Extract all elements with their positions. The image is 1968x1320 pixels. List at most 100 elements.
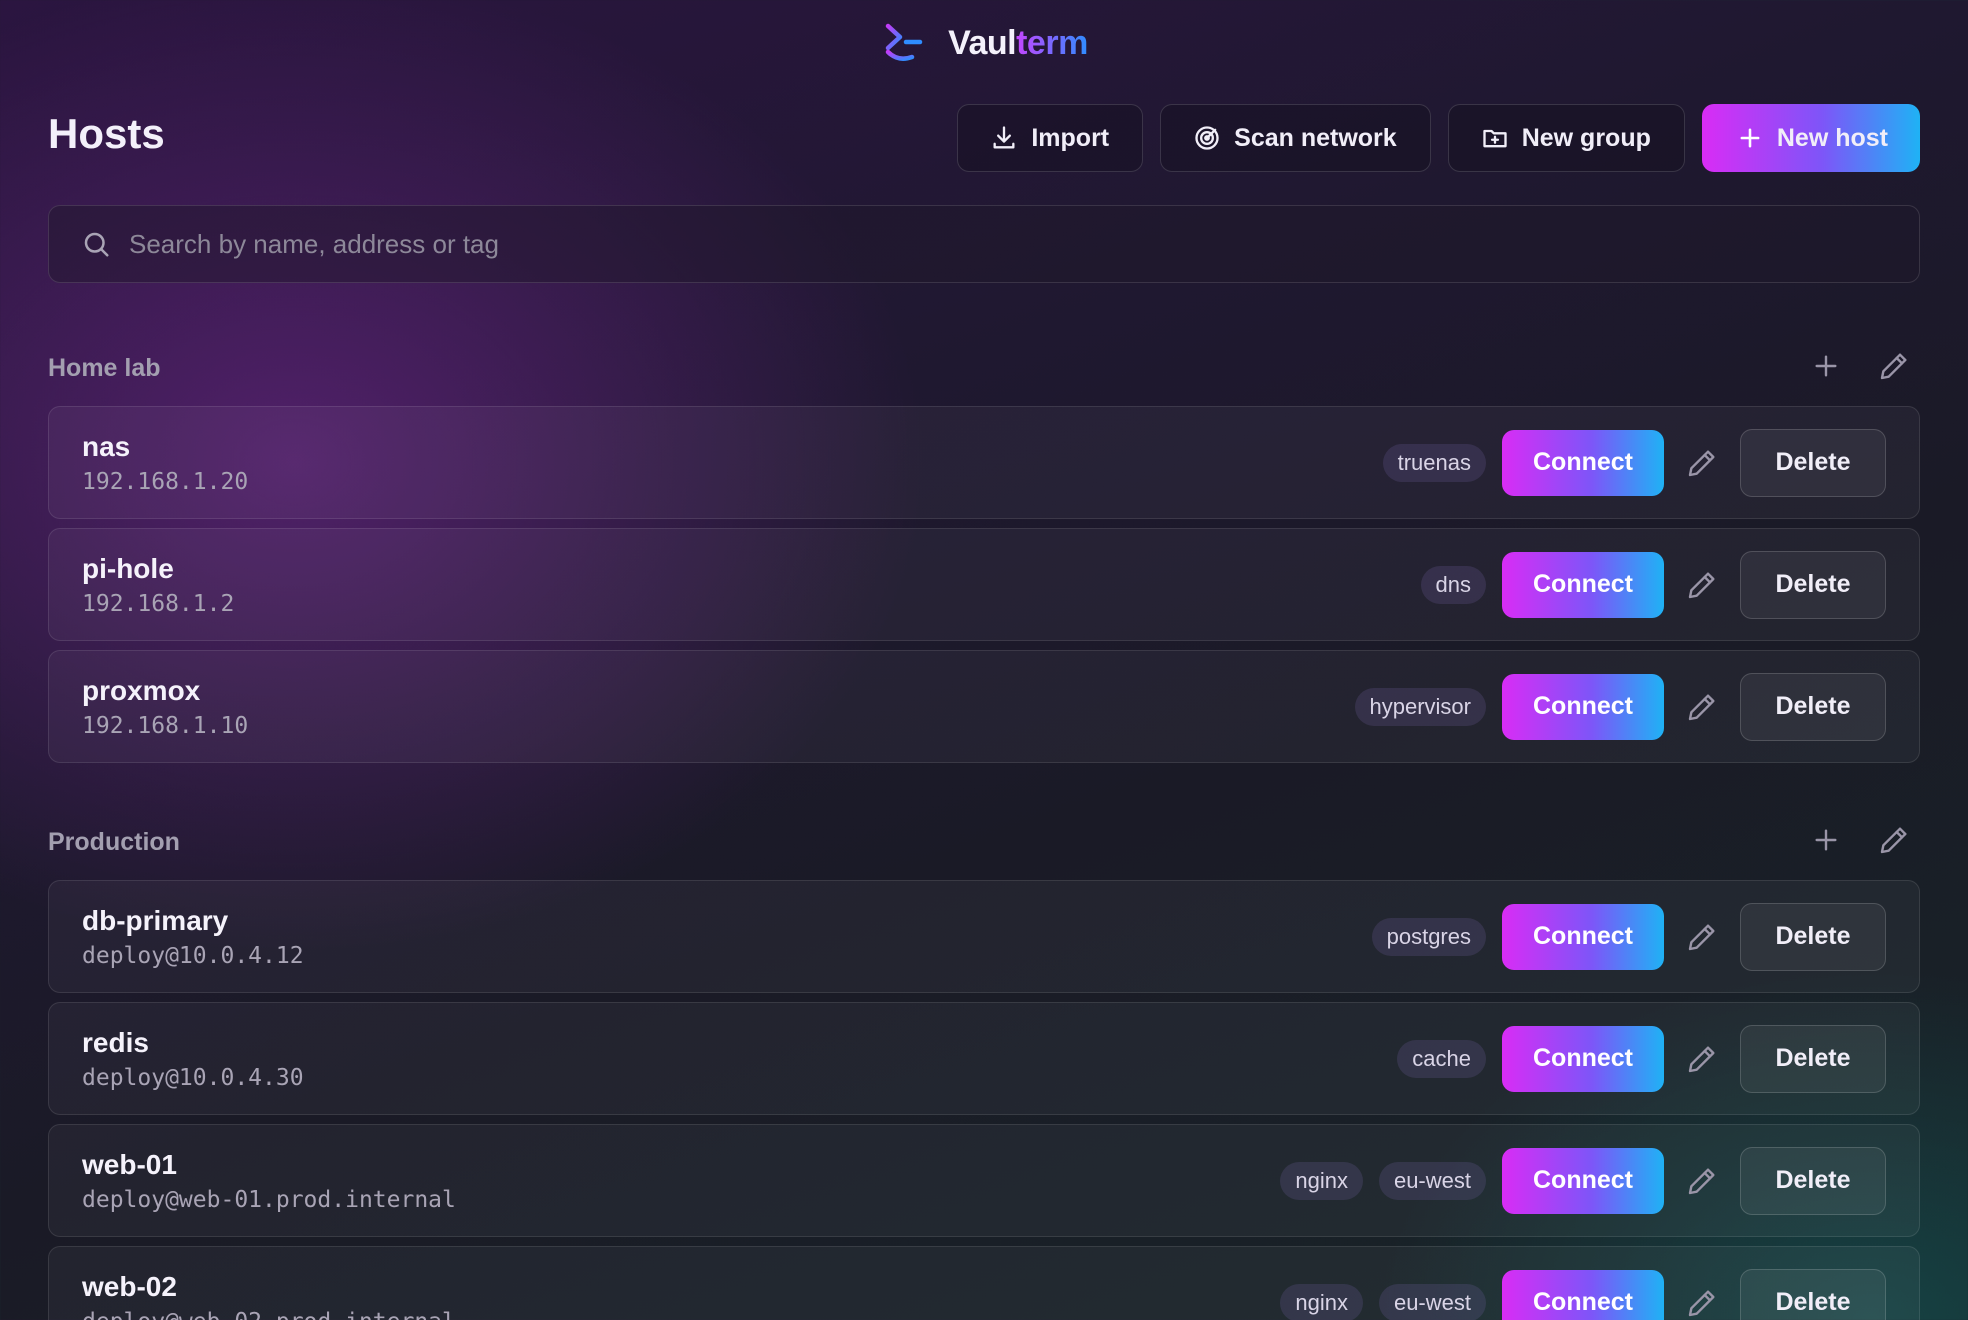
host-name: db-primary — [82, 904, 229, 936]
host-tag: eu-west — [1378, 1161, 1486, 1200]
plus-icon — [1815, 828, 1837, 851]
pencil-icon — [1688, 1167, 1715, 1194]
connect-button[interactable]: Connect — [1502, 1269, 1664, 1320]
host-info: proxmox 192.168.1.10 — [82, 675, 248, 739]
import-label: Import — [1031, 123, 1110, 152]
host-row[interactable]: redis deploy@10.0.4.30 cache Connect Delete — [48, 1002, 1920, 1115]
host-name: web-01 — [82, 1148, 177, 1180]
host-tag: nginx — [1280, 1161, 1363, 1200]
tag-list: nginx eu-west — [1280, 1283, 1486, 1320]
host-group: Production db-primary deploy@10.0.4.12 post… — [48, 820, 1920, 1320]
connect-button[interactable]: Connect — [1502, 551, 1664, 618]
host-row[interactable]: db-primary deploy@10.0.4.12 postgres Connec… — [48, 880, 1920, 993]
delete-button[interactable]: Delete — [1740, 550, 1886, 619]
host-tag: eu-west — [1378, 1283, 1486, 1320]
host-info: nas 192.168.1.20 — [82, 431, 248, 495]
page-title: Hosts — [48, 110, 165, 157]
host-name: web-02 — [82, 1270, 177, 1302]
host-actions: cache Connect Delete — [1397, 1024, 1886, 1093]
toolbar: Import Scan network New group New host — [957, 104, 1920, 172]
host-address: deploy@10.0.4.12 — [82, 942, 304, 969]
host-tag: nginx — [1280, 1283, 1363, 1320]
host-tag: dns — [1420, 565, 1486, 604]
host-address: deploy@10.0.4.30 — [82, 1064, 304, 1091]
edit-host-button[interactable] — [1664, 1026, 1740, 1092]
host-name: proxmox — [82, 674, 201, 706]
import-button[interactable]: Import — [957, 104, 1144, 172]
host-actions: nginx eu-west Connect Delete — [1280, 1146, 1886, 1215]
host-row[interactable]: nas 192.168.1.20 truenas Connect Delete — [48, 406, 1920, 519]
host-info: web-02 deploy@web-02.prod.internal — [82, 1271, 456, 1320]
host-address: deploy@web-01.prod.internal — [82, 1186, 456, 1213]
connect-button[interactable]: Connect — [1502, 1025, 1664, 1092]
connect-button[interactable]: Connect — [1502, 429, 1664, 496]
connect-button[interactable]: Connect — [1502, 673, 1664, 740]
tag-list: dns — [1420, 565, 1486, 604]
host-row[interactable]: web-01 deploy@web-01.prod.internal nginx eu… — [48, 1124, 1920, 1237]
pencil-icon — [1688, 693, 1715, 720]
add-host-to-group-button[interactable] — [1810, 350, 1842, 387]
delete-button[interactable]: Delete — [1740, 1146, 1886, 1215]
connect-button[interactable]: Connect — [1502, 903, 1664, 970]
tag-list: nginx eu-west — [1280, 1161, 1486, 1200]
pencil-icon — [1880, 826, 1907, 853]
host-actions: dns Connect Delete — [1420, 550, 1886, 619]
pencil-icon — [1688, 923, 1715, 950]
tag-list: truenas — [1382, 443, 1486, 482]
connect-button[interactable]: Connect — [1502, 1147, 1664, 1214]
host-info: redis deploy@10.0.4.30 — [82, 1027, 304, 1091]
search-input[interactable] — [129, 228, 1919, 260]
edit-host-button[interactable] — [1664, 430, 1740, 496]
group-title: Home lab — [48, 353, 161, 382]
host-list: nas 192.168.1.20 truenas Connect Delete pi-ho… — [48, 406, 1920, 763]
host-actions: hypervisor Connect Delete — [1354, 672, 1886, 741]
pencil-icon — [1688, 571, 1715, 598]
host-tag: postgres — [1371, 917, 1486, 956]
delete-button[interactable]: Delete — [1740, 1268, 1886, 1320]
host-address: 192.168.1.10 — [82, 712, 249, 739]
app-name-accent: term — [1016, 23, 1088, 62]
edit-group-button[interactable] — [1878, 824, 1910, 861]
delete-button[interactable]: Delete — [1740, 428, 1886, 497]
host-row[interactable]: proxmox 192.168.1.10 hypervisor Connect Dele… — [48, 650, 1920, 763]
host-address: 192.168.1.2 — [82, 590, 235, 617]
new-group-button[interactable]: New group — [1447, 104, 1685, 172]
pencil-icon — [1688, 449, 1715, 476]
host-name: pi-hole — [82, 552, 174, 584]
host-group: Home lab nas 192.168.1.20 truenas Connect Del… — [48, 346, 1920, 763]
new-host-button[interactable]: New host — [1701, 104, 1920, 172]
host-name: nas — [82, 430, 131, 462]
new-group-label: New group — [1521, 123, 1651, 152]
host-tag: truenas — [1382, 443, 1486, 482]
delete-button[interactable]: Delete — [1740, 902, 1886, 971]
host-list: db-primary deploy@10.0.4.12 postgres Connec… — [48, 880, 1920, 1320]
host-row[interactable]: web-02 deploy@web-02.prod.internal nginxeu… — [48, 1246, 1920, 1320]
edit-host-button[interactable] — [1664, 1270, 1740, 1320]
search-bar[interactable] — [48, 205, 1920, 283]
group-title: Production — [48, 827, 180, 856]
plus-icon — [1740, 128, 1760, 148]
host-address: 192.168.1.20 — [82, 468, 249, 495]
edit-host-button[interactable] — [1664, 552, 1740, 618]
brand: Vaulterm — [0, 20, 1968, 66]
pencil-icon — [1880, 352, 1907, 379]
host-row[interactable]: pi-hole 192.168.1.2 dns Connect Delete — [48, 528, 1920, 641]
edit-host-button[interactable] — [1664, 904, 1740, 970]
add-host-to-group-button[interactable] — [1810, 824, 1842, 861]
edit-host-button[interactable] — [1664, 1148, 1740, 1214]
host-actions: truenas Connect Delete — [1382, 428, 1886, 497]
host-name: redis — [82, 1026, 149, 1058]
delete-button[interactable]: Delete — [1740, 1024, 1886, 1093]
vaulterm-logo-icon — [885, 23, 923, 61]
host-info: web-01 deploy@web-01.prod.internal — [82, 1149, 456, 1213]
download-icon — [993, 126, 1015, 149]
edit-host-button[interactable] — [1664, 674, 1740, 740]
group-actions — [1810, 350, 1910, 387]
host-tag: hypervisor — [1354, 687, 1486, 726]
group-header: Home lab — [48, 346, 1920, 390]
host-info: pi-hole 192.168.1.2 — [82, 553, 234, 617]
group-header: Production — [48, 820, 1920, 864]
delete-button[interactable]: Delete — [1740, 672, 1886, 741]
edit-group-button[interactable] — [1878, 350, 1910, 387]
scan-network-button[interactable]: Scan network — [1160, 104, 1431, 172]
